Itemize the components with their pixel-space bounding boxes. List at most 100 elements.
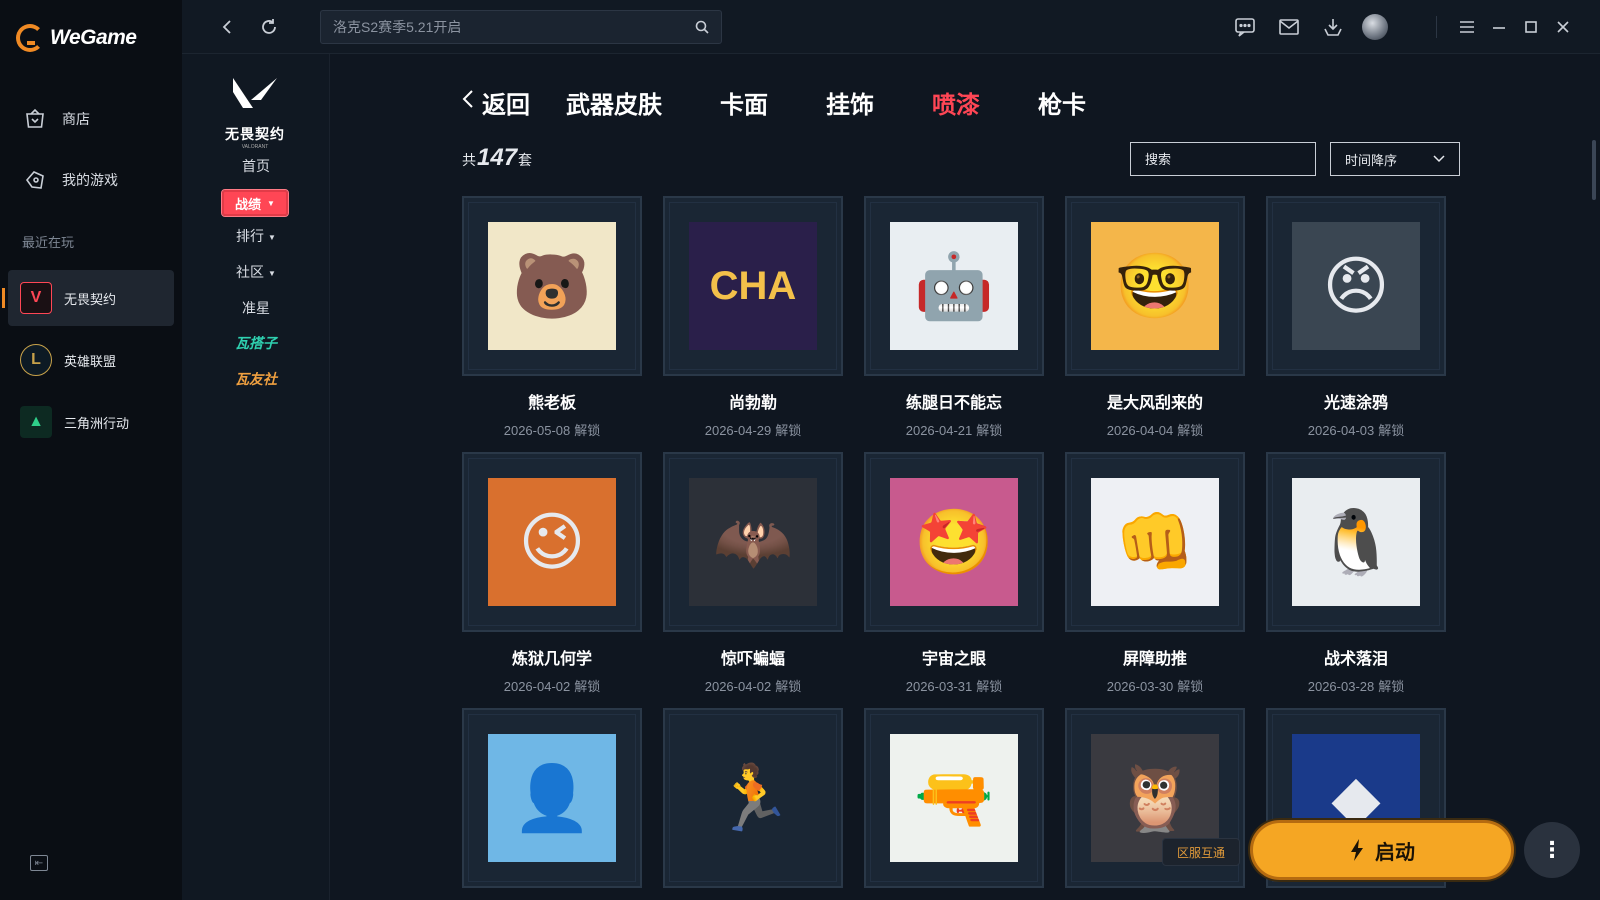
spray-card[interactable]: CHA 尚勃勒 2026-04-29 解锁 [663,196,843,439]
app-sidebar: WeGame 商店 我的游戏 最近在玩 V 无畏契约 L 英雄联盟 ▲ 三角洲行… [0,0,182,900]
unlock-suffix: 解锁 [775,679,802,694]
avatar[interactable] [1362,14,1388,40]
back-button[interactable]: 返回 [462,85,530,120]
valorant-logo[interactable]: 无畏契约 VALORANT [220,74,290,150]
sidebar-game-valorant[interactable]: V 无畏契约 [2,270,174,326]
spray-title: 尚勃勒 [728,395,777,412]
nav-my-games[interactable]: 我的游戏 [22,167,118,193]
maximize-icon[interactable] [1521,14,1541,40]
chevron-left-icon [462,89,474,115]
spray-frame: CHA [663,196,843,376]
scrollbar-thumb[interactable] [1592,140,1596,200]
spray-grid: 🐻 熊老板 2026-05-08 解锁 CHA 尚勃勒 2026-04-29 解锁 🤖 练腿日不能… [462,196,1462,892]
game-nav-wayoushe[interactable]: 瓦友社 [228,369,284,389]
game-nav-battle[interactable]: 战绩 ▼ [221,189,289,217]
spray-card[interactable]: 🦇 惊吓蝙蝠 2026-04-02 解锁 [663,452,843,695]
nav-my-games-label: 我的游戏 [62,172,118,188]
user-avatar-image [1362,14,1388,40]
gamepad-icon [22,167,48,193]
spray-title: 是大风刮来的 [1106,395,1203,412]
spray-card[interactable]: 👊 屏障助推 2026-03-30 解锁 [1065,452,1245,695]
spray-unlock-date: 2026-03-30 解锁 [1065,676,1245,695]
spray-card[interactable]: 👤 [462,708,642,888]
game-nav-rank[interactable]: 排行 ▼ [182,226,330,246]
more-options-button[interactable]: ⋮ [1524,822,1580,878]
spray-image: CHA [689,222,817,350]
unlock-suffix: 解锁 [1378,679,1405,694]
spray-image: 🏃 [689,734,817,862]
chat-icon[interactable] [1232,14,1258,40]
spray-unlock-date: 2026-05-08 解锁 [462,420,642,439]
unlock-suffix: 解锁 [775,423,802,438]
spray-unlock-date: 2026-04-04 解锁 [1065,420,1245,439]
valorant-logo-name: 无畏契约 [225,126,285,142]
game-nav-community[interactable]: 社区 ▼ [182,262,330,282]
main-content: 返回 武器皮肤 卡面 挂饰 喷漆 枪卡 共 147 套 时间降序 🐻 熊老板 202… [330,54,1600,900]
spray-unlock-date: 2026-04-02 解锁 [462,676,642,695]
spray-card[interactable]: 😠 光速涂鸦 2026-04-03 解锁 [1266,196,1446,439]
spray-glyph: CHA [709,264,797,308]
sidebar-game-lol[interactable]: L 英雄联盟 [8,332,174,388]
battle-label: 战绩 [235,196,262,212]
spray-card[interactable]: 🤖 练腿日不能忘 2026-04-21 解锁 [864,196,1044,439]
spray-title: 光速涂鸦 [1323,395,1388,412]
spray-card[interactable]: 🤓 是大风刮来的 2026-04-04 解锁 [1065,196,1245,439]
tab-charms[interactable]: 挂饰 [826,85,874,120]
spray-card[interactable]: 😉 炼狱几何学 2026-04-02 解锁 [462,452,642,695]
tab-gun-cards[interactable]: 枪卡 [1038,85,1086,120]
caret-down-icon: ▼ [268,268,276,278]
spray-card[interactable]: 🐻 熊老板 2026-05-08 解锁 [462,196,642,439]
game-nav-crosshair[interactable]: 准星 [182,298,330,318]
spray-title: 炼狱几何学 [511,651,592,668]
close-icon[interactable] [1553,14,1573,40]
game-nav-wagezi[interactable]: 瓦搭子 [228,333,284,353]
spray-unlock-date: 2026-03-31 解锁 [864,676,1044,695]
spray-card[interactable]: 🤩 宇宙之眼 2026-03-31 解锁 [864,452,1044,695]
collapse-sidebar-icon[interactable]: ⇤ [30,855,48,871]
spray-image: 🐧 [1292,478,1420,606]
sidebar-game-delta[interactable]: ▲ 三角洲行动 [8,394,174,450]
count-suffix: 套 [518,152,533,168]
wegame-logo[interactable]: WeGame [16,22,137,54]
spray-card[interactable]: 🏃 [663,708,843,888]
spray-frame: 🏃 [663,708,843,888]
download-icon[interactable] [1320,14,1346,40]
spray-unlock-date: 2026-04-02 解锁 [663,676,843,695]
bag-icon [22,106,48,132]
delta-force-icon: ▲ [20,406,52,438]
unlock-date-value: 2026-04-29 [704,423,772,438]
spray-title: 屏障助推 [1122,651,1187,668]
spray-card[interactable]: 🔫 [864,708,1044,888]
region-badge: 区服互通 [1162,838,1240,866]
spray-title: 惊吓蝙蝠 [720,651,785,668]
recent-label: 最近在玩 [22,235,75,250]
back-icon[interactable] [214,14,240,40]
tab-sprays[interactable]: 喷漆 [932,85,980,120]
refresh-icon[interactable] [256,14,282,40]
tab-player-cards[interactable]: 卡面 [720,85,768,120]
item-count: 共 147 套 [462,144,532,172]
tab-weapon-skins[interactable]: 武器皮肤 [566,85,662,120]
unlock-date-value: 2026-04-02 [704,679,772,694]
sort-select[interactable]: 时间降序 [1330,142,1460,176]
game-nav-home[interactable]: 首页 [182,156,330,176]
spray-title: 练腿日不能忘 [905,395,1002,412]
nav-store[interactable]: 商店 [22,106,90,132]
sort-label: 时间降序 [1345,152,1398,168]
launch-button[interactable]: 启动 [1250,820,1514,880]
mail-icon[interactable] [1276,14,1302,40]
spray-card[interactable]: 🐧 战术落泪 2026-03-28 解锁 [1266,452,1446,695]
spray-glyph: 🤖 [914,250,994,322]
unlock-date-value: 2026-03-28 [1307,679,1375,694]
unlock-suffix: 解锁 [1177,423,1204,438]
search-icon[interactable] [695,20,709,34]
chevron-down-icon [1433,155,1445,163]
lightning-icon [1351,839,1363,861]
spray-search-input[interactable] [1130,142,1316,176]
spray-frame: 🤩 [864,452,1044,632]
toolbar-divider [1436,16,1437,38]
global-search-input[interactable]: 洛克S2赛季5.21开启 [320,10,722,44]
minimize-icon[interactable] [1489,14,1509,40]
menu-icon[interactable] [1457,14,1477,40]
unlock-date-value: 2026-03-31 [905,679,973,694]
